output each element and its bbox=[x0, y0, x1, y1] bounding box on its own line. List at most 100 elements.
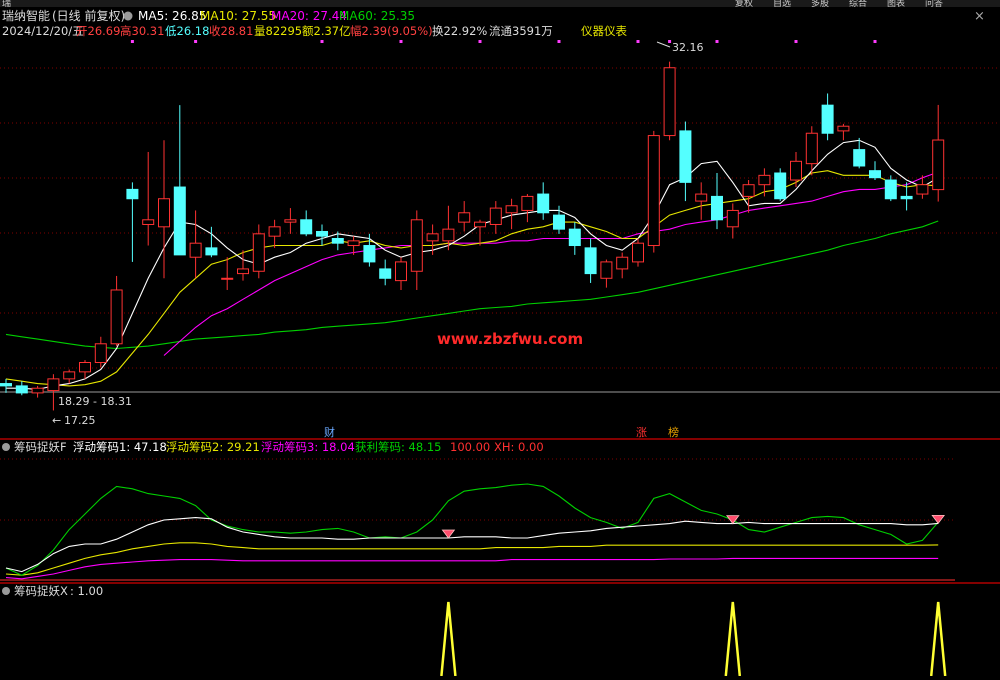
candle-44 bbox=[695, 182, 708, 220]
chart-canvas[interactable]: 瑞 复权 自选 多股 综合 图表 问答 瑞纳智能 (日线 前复权) MA5: 26.85 … bbox=[0, 0, 1000, 677]
chips-panel-title[interactable]: 筹码捉妖F bbox=[14, 440, 67, 454]
candle-body-down bbox=[584, 247, 597, 275]
candle-body-up bbox=[916, 184, 929, 195]
top-strip-left: 瑞 bbox=[2, 0, 11, 9]
candle-body-up bbox=[616, 256, 629, 270]
candle-55 bbox=[869, 161, 881, 181]
candle-body-up bbox=[932, 139, 945, 191]
event-dot-1 bbox=[194, 40, 198, 43]
candle-59 bbox=[932, 104, 945, 202]
candle-20 bbox=[316, 224, 328, 246]
top-menu-item-3[interactable]: 综合 bbox=[849, 0, 867, 9]
signal-panel-header: 筹码捉妖X : 1.00 bbox=[2, 584, 103, 598]
chips-indicator-lines bbox=[0, 458, 955, 581]
candle-body-down bbox=[900, 195, 913, 200]
bar-amount: 额2.37亿 bbox=[302, 24, 351, 38]
candle-body-up bbox=[837, 125, 850, 132]
signal-settings-icon[interactable] bbox=[2, 587, 10, 595]
candle-body-up bbox=[221, 277, 234, 280]
candle-24 bbox=[379, 259, 392, 286]
candle-body-up bbox=[268, 226, 281, 237]
float2-line bbox=[5, 542, 939, 576]
event-dot-5 bbox=[557, 40, 561, 43]
top-menu-item-1[interactable]: 自选 bbox=[773, 0, 791, 9]
candle-26 bbox=[410, 210, 423, 290]
event-dot-10 bbox=[873, 40, 877, 43]
event-dot-8 bbox=[715, 40, 719, 43]
bar-date: 2024/12/20/五 bbox=[2, 24, 84, 38]
finance-tag[interactable]: 财 bbox=[324, 425, 335, 439]
bar-open: 开26.69 bbox=[76, 24, 120, 38]
low-price-pointer: ← bbox=[52, 414, 61, 427]
float-chips-1: 浮动筹码1: 47.18 bbox=[73, 440, 167, 454]
price-annotations: 32.16 ← 17.25 18.29 - 18.31 www.zbzfwu.c… bbox=[52, 41, 704, 439]
candle-body-up bbox=[505, 205, 518, 214]
candle-29 bbox=[458, 201, 471, 232]
candle-body-down bbox=[331, 238, 344, 244]
candle-2 bbox=[31, 385, 44, 398]
candle-body-down bbox=[711, 195, 723, 221]
candle-body-up bbox=[695, 193, 708, 202]
ma60-value: MA60: 25.35 bbox=[339, 9, 415, 23]
candle-48 bbox=[758, 168, 771, 197]
candle-body-down bbox=[853, 149, 866, 167]
event-dot-9 bbox=[794, 40, 798, 43]
candle-body-up bbox=[395, 261, 407, 282]
event-markers bbox=[130, 40, 877, 43]
high-price-label: 32.16 bbox=[672, 41, 704, 54]
candle-body-down bbox=[679, 130, 692, 183]
candle-body-up bbox=[94, 343, 107, 363]
candle-32 bbox=[505, 198, 518, 230]
bar-change: 幅2.39(9.05%) bbox=[350, 24, 433, 38]
xh-diamond-0 bbox=[441, 529, 456, 539]
candle-body-up bbox=[458, 212, 471, 223]
candle-body-up bbox=[284, 219, 297, 223]
industry-label[interactable]: 仪器仪表 bbox=[581, 24, 627, 38]
xh-diamond-2 bbox=[931, 514, 945, 525]
candle-25 bbox=[395, 257, 407, 290]
candle-body-up bbox=[632, 242, 644, 263]
candle-body-down bbox=[173, 186, 186, 256]
candle-56 bbox=[884, 175, 897, 202]
candle-body-up bbox=[189, 242, 202, 258]
stock-chart-window: 瑞 复权 自选 多股 综合 图表 问答 瑞纳智能 (日线 前复权) MA5: 26.85 … bbox=[0, 0, 1000, 677]
top-menu-item-0[interactable]: 复权 bbox=[735, 0, 753, 9]
chips-panel-header: 筹码捉妖F 浮动筹码1: 47.18 浮动筹码2: 29.21 浮动筹码3: 1… bbox=[2, 440, 544, 454]
candle-42 bbox=[663, 61, 676, 141]
candle-40 bbox=[632, 238, 644, 267]
event-dot-0 bbox=[130, 40, 134, 43]
float1-line bbox=[5, 517, 939, 573]
limit-up-tag[interactable]: 涨 bbox=[636, 426, 647, 439]
top-menu-strip: 瑞 复权 自选 多股 综合 图表 问答 bbox=[0, 0, 1000, 9]
candle-11 bbox=[173, 105, 186, 256]
candle-14 bbox=[221, 257, 234, 290]
bar-volume: 量82295 bbox=[254, 24, 302, 38]
candle-47 bbox=[742, 180, 755, 213]
stock-name[interactable]: 瑞纳智能 bbox=[2, 8, 50, 23]
candle-39 bbox=[616, 252, 629, 279]
candle-body-up bbox=[663, 67, 676, 137]
top-menu-item-5[interactable]: 问答 bbox=[925, 0, 943, 9]
chips-max: 100.00 bbox=[450, 440, 490, 454]
chart-mode[interactable]: (日线 前复权) bbox=[52, 8, 125, 23]
range-label: 18.29 - 18.31 bbox=[58, 395, 132, 408]
chips-settings-icon[interactable] bbox=[2, 443, 10, 451]
candle-50 bbox=[790, 151, 802, 188]
signal-panel-title[interactable]: 筹码捉妖X bbox=[14, 584, 68, 598]
candle-body-down bbox=[379, 268, 392, 279]
ranking-tag[interactable]: 榜 bbox=[668, 425, 679, 439]
top-menu-item-2[interactable]: 多股 bbox=[811, 0, 829, 9]
top-menu-item-4[interactable]: 图表 bbox=[887, 0, 905, 9]
event-dot-2 bbox=[320, 40, 324, 43]
close-icon[interactable]: × bbox=[974, 9, 985, 24]
candle-body-up bbox=[47, 378, 60, 392]
candle-53 bbox=[837, 123, 850, 141]
bar-high: 高30.31 bbox=[120, 24, 164, 38]
candle-body-up bbox=[79, 361, 91, 373]
candle-38 bbox=[600, 259, 613, 288]
candle-body-down bbox=[553, 214, 565, 230]
candle-16 bbox=[252, 224, 265, 279]
candle-body-up bbox=[647, 135, 660, 247]
candle-body-up bbox=[158, 198, 170, 228]
indicator-settings-icon[interactable] bbox=[123, 11, 133, 21]
